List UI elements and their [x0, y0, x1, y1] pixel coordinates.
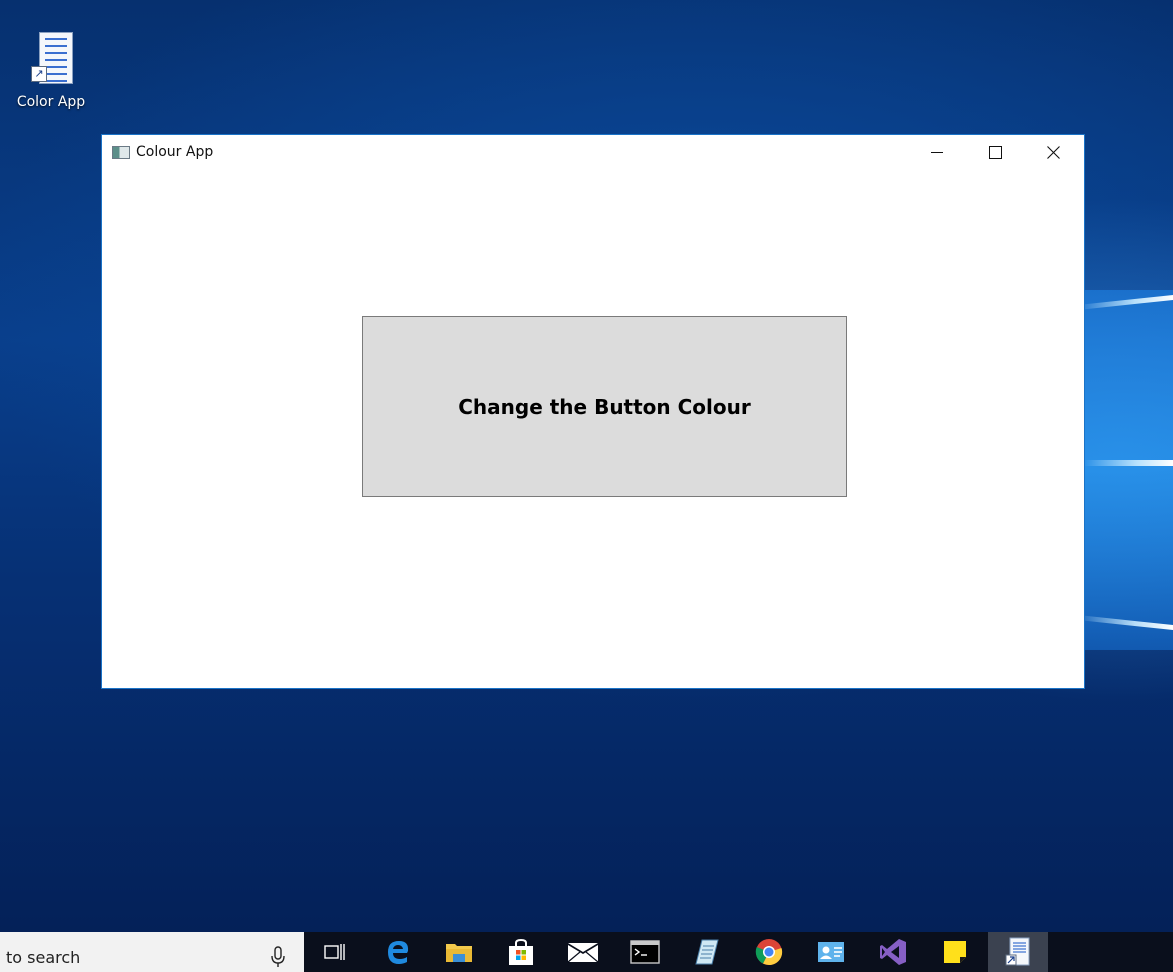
terminal-icon — [630, 940, 660, 964]
contacts-icon — [818, 942, 844, 962]
wallpaper-glow — [1085, 290, 1173, 650]
maximize-button[interactable] — [966, 135, 1024, 169]
file-explorer-icon — [446, 944, 472, 962]
minimize-button[interactable] — [908, 135, 966, 169]
task-view-button[interactable] — [305, 932, 365, 972]
desktop-shortcut-color-app[interactable]: ↗ Color App — [12, 30, 90, 110]
close-icon — [1046, 145, 1060, 159]
window-app-icon — [112, 146, 130, 159]
sticky-notes-icon — [944, 941, 966, 963]
chrome-icon — [755, 939, 783, 966]
minimize-icon — [931, 151, 943, 153]
desktop-shortcut-label: Color App — [16, 94, 86, 110]
search-box[interactable]: to search — [0, 932, 304, 972]
document-shortcut-icon: ↗ — [31, 30, 73, 86]
change-colour-button[interactable]: Change the Button Colour — [362, 316, 847, 497]
taskbar-sticky-notes[interactable] — [925, 932, 985, 972]
maximize-icon — [988, 145, 1002, 159]
close-button[interactable] — [1024, 135, 1082, 169]
taskbar: to search — [0, 932, 1173, 972]
color-app-icon — [1005, 937, 1030, 966]
notepad-icon — [695, 939, 719, 965]
wallpaper-beam — [1083, 460, 1173, 466]
taskbar-store[interactable] — [491, 932, 551, 972]
window-title: Colour App — [136, 144, 214, 160]
taskbar-notepad[interactable] — [677, 932, 737, 972]
taskbar-color-app[interactable] — [988, 932, 1048, 972]
taskbar-visual-studio[interactable] — [863, 932, 923, 972]
taskbar-edge[interactable] — [368, 932, 428, 972]
desktop: ↗ Color App Colour App Change the Button… — [0, 0, 1173, 972]
mail-icon — [567, 943, 599, 963]
title-bar[interactable]: Colour App — [102, 135, 1084, 171]
task-view-icon — [324, 944, 345, 960]
taskbar-contacts[interactable] — [801, 932, 861, 972]
taskbar-terminal[interactable] — [615, 932, 675, 972]
search-placeholder: to search — [6, 948, 81, 967]
store-icon — [509, 938, 533, 965]
app-window: Colour App Change the Button Colour — [101, 134, 1085, 689]
microphone-icon[interactable] — [270, 946, 286, 968]
taskbar-chrome[interactable] — [739, 932, 799, 972]
taskbar-file-explorer[interactable] — [429, 932, 489, 972]
edge-icon — [388, 941, 409, 964]
visual-studio-icon — [880, 939, 906, 965]
taskbar-mail[interactable] — [553, 932, 613, 972]
